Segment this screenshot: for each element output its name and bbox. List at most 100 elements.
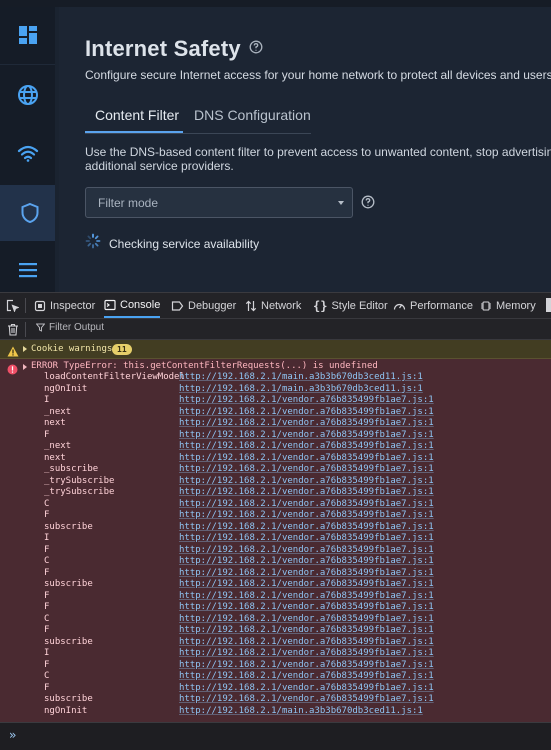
tab-style-editor-label: Style Editor	[331, 299, 388, 312]
description-line-1: Use the DNS-based content filter to prev…	[85, 145, 551, 159]
tab-style-editor[interactable]: {} Style Editor	[313, 293, 388, 318]
stack-frame: _subscribe http://192.168.2.1/vendor.a76b…	[0, 464, 551, 476]
sidebar	[0, 7, 59, 292]
stack-frame-location-link[interactable]: http://192.168.2.1/vendor.a76b835499fb1a…	[179, 614, 434, 626]
stack-frame-function: ngOnInit	[44, 705, 88, 716]
stack-frame-location-link[interactable]: http://192.168.2.1/vendor.a76b835499fb1a…	[179, 395, 434, 407]
sidebar-item-internet[interactable]	[0, 67, 55, 123]
tab-console[interactable]: Console	[104, 293, 161, 318]
stack-frame-location-link[interactable]: http://192.168.2.1/vendor.a76b835499fb1a…	[179, 637, 434, 649]
stack-frame: Chttp://192.168.2.1/vendor.a76b835499fb1…	[0, 614, 551, 626]
stack-frame-location-link[interactable]: http://192.168.2.1/main.a3b3b670db3ced11…	[179, 384, 423, 396]
sidebar-item-dashboard[interactable]	[0, 7, 55, 63]
tab-content-filter[interactable]: Content Filter	[95, 107, 179, 123]
trash-icon[interactable]	[7, 323, 19, 341]
sidebar-item-menu[interactable]	[0, 242, 55, 292]
stack-frame-location-link[interactable]: http://192.168.2.1/vendor.a76b835499fb1a…	[179, 441, 434, 453]
stack-frame-location-link[interactable]: http://192.168.2.1/vendor.a76b835499fb1a…	[179, 453, 434, 465]
stack-frame-function: I	[44, 648, 50, 658]
stack-frame-function: F	[44, 590, 50, 601]
stack-frame: subscribe http://192.168.2.1/vendor.a76b8…	[0, 637, 551, 649]
gauge-icon	[393, 300, 406, 312]
console-prompt-icon: »	[9, 728, 17, 742]
stack-frame-location-link[interactable]: http://192.168.2.1/vendor.a76b835499fb1a…	[179, 625, 434, 637]
dashboard-icon	[18, 25, 38, 45]
stack-frame-function: F	[44, 659, 50, 670]
stack-frame-location-link[interactable]: http://192.168.2.1/vendor.a76b835499fb1a…	[179, 568, 434, 580]
tab-memory[interactable]: Memory	[480, 293, 536, 318]
stack-frame: subscribe http://192.168.2.1/vendor.a76b8…	[0, 694, 551, 706]
globe-icon	[17, 84, 39, 106]
stack-frame-function: C	[44, 671, 50, 681]
caret-down-icon	[338, 201, 344, 205]
stack-frame: ngOnInit http://192.168.2.1/main.a3b3b670…	[0, 706, 551, 718]
expand-arrow-icon[interactable]	[23, 346, 27, 352]
stack-frame-function: _trySubscribe	[44, 487, 115, 497]
stack-frame-location-link[interactable]: http://192.168.2.1/vendor.a76b835499fb1a…	[179, 545, 434, 557]
stack-frame-location-link[interactable]: http://192.168.2.1/vendor.a76b835499fb1a…	[179, 660, 434, 672]
stacktrace: loadContentFilterViewModel http://192.168…	[0, 372, 551, 717]
stack-frame-function: subscribe	[44, 636, 93, 647]
stack-frame-location-link[interactable]: http://192.168.2.1/vendor.a76b835499fb1a…	[179, 464, 434, 476]
stack-frame-location-link[interactable]: http://192.168.2.1/vendor.a76b835499fb1a…	[179, 522, 434, 534]
console-input[interactable]: »	[0, 722, 551, 750]
stack-frame-function: F	[44, 429, 50, 440]
filter-mode-help-icon[interactable]	[361, 195, 375, 214]
overflow-tabs-indicator[interactable]	[546, 298, 551, 312]
filter-output-input[interactable]: Filter Output	[36, 322, 104, 333]
stack-frame: _trySubscribe http://192.168.2.1/vendor.a…	[0, 487, 551, 499]
filter-mode-select[interactable]: Filter mode	[85, 187, 353, 218]
stack-frame-function: C	[44, 613, 50, 624]
stack-frame: Fhttp://192.168.2.1/vendor.a76b835499fb1…	[0, 545, 551, 557]
help-icon[interactable]	[249, 40, 263, 59]
stack-frame-function: _next	[44, 441, 72, 451]
stack-frame-location-link[interactable]: http://192.168.2.1/vendor.a76b835499fb1a…	[179, 407, 434, 419]
stack-frame: loadContentFilterViewModel http://192.168…	[0, 372, 551, 384]
stack-frame-location-link[interactable]: http://192.168.2.1/vendor.a76b835499fb1a…	[179, 418, 434, 430]
console-error-message: ERROR TypeError: this.getContentFilterRe…	[0, 359, 551, 722]
stack-frame: Chttp://192.168.2.1/vendor.a76b835499fb1…	[0, 499, 551, 511]
cookie-warnings-group[interactable]: Cookie warnings 11	[0, 340, 551, 359]
tab-dns-configuration[interactable]: DNS Configuration	[194, 107, 311, 123]
stack-frame: Fhttp://192.168.2.1/vendor.a76b835499fb1…	[0, 660, 551, 672]
stack-frame-location-link[interactable]: http://192.168.2.1/vendor.a76b835499fb1a…	[179, 671, 434, 683]
stack-frame-location-link[interactable]: http://192.168.2.1/vendor.a76b835499fb1a…	[179, 648, 434, 660]
stack-frame-function: _next	[44, 406, 72, 417]
console-icon	[104, 299, 116, 311]
stack-frame: next http://192.168.2.1/vendor.a76b835499…	[0, 418, 551, 430]
stack-frame-location-link[interactable]: http://192.168.2.1/vendor.a76b835499fb1a…	[179, 499, 434, 511]
tab-inspector[interactable]: Inspector	[34, 293, 95, 318]
stack-frame-location-link[interactable]: http://192.168.2.1/vendor.a76b835499fb1a…	[179, 556, 434, 568]
stack-frame-location-link[interactable]: http://192.168.2.1/main.a3b3b670db3ced11…	[179, 706, 423, 718]
tab-performance[interactable]: Performance	[393, 293, 473, 318]
stack-frame-location-link[interactable]: http://192.168.2.1/vendor.a76b835499fb1a…	[179, 579, 434, 591]
stack-frame: Fhttp://192.168.2.1/vendor.a76b835499fb1…	[0, 602, 551, 614]
stack-frame-function: C	[44, 498, 50, 509]
stack-frame-location-link[interactable]: http://192.168.2.1/vendor.a76b835499fb1a…	[179, 602, 434, 614]
stack-frame-location-link[interactable]: http://192.168.2.1/vendor.a76b835499fb1a…	[179, 683, 434, 695]
stack-frame-function: _subscribe	[44, 464, 99, 474]
stack-frame-location-link[interactable]: http://192.168.2.1/vendor.a76b835499fb1a…	[179, 430, 434, 442]
stacktrace-arrow-icon[interactable]	[23, 364, 27, 370]
sidebar-item-wifi[interactable]	[0, 126, 55, 182]
stack-frame-function: F	[44, 567, 50, 578]
stack-frame-location-link[interactable]: http://192.168.2.1/main.a3b3b670db3ced11…	[179, 372, 423, 384]
tab-network[interactable]: Network	[245, 293, 301, 318]
shield-icon	[20, 202, 40, 224]
stack-frame: next http://192.168.2.1/vendor.a76b835499…	[0, 453, 551, 465]
stack-frame-location-link[interactable]: http://192.168.2.1/vendor.a76b835499fb1a…	[179, 533, 434, 545]
stack-frame-location-link[interactable]: http://192.168.2.1/vendor.a76b835499fb1a…	[179, 487, 434, 499]
element-picker-icon[interactable]	[6, 299, 20, 317]
tab-debugger[interactable]: Debugger	[171, 293, 236, 318]
filter-output-placeholder: Filter Output	[49, 322, 105, 333]
menu-icon	[18, 262, 38, 278]
stack-frame-location-link[interactable]: http://192.168.2.1/vendor.a76b835499fb1a…	[179, 694, 434, 706]
filter-mode-placeholder: Filter mode	[98, 196, 159, 210]
stack-frame: Fhttp://192.168.2.1/vendor.a76b835499fb1…	[0, 568, 551, 580]
stack-frame-location-link[interactable]: http://192.168.2.1/vendor.a76b835499fb1a…	[179, 476, 434, 488]
stack-frame-location-link[interactable]: http://192.168.2.1/vendor.a76b835499fb1a…	[179, 510, 434, 522]
stack-frame-function: I	[44, 533, 50, 543]
sidebar-item-internet-safety[interactable]	[0, 185, 59, 241]
stack-frame-location-link[interactable]: http://192.168.2.1/vendor.a76b835499fb1a…	[179, 591, 434, 603]
stack-frame-function: I	[44, 395, 50, 405]
